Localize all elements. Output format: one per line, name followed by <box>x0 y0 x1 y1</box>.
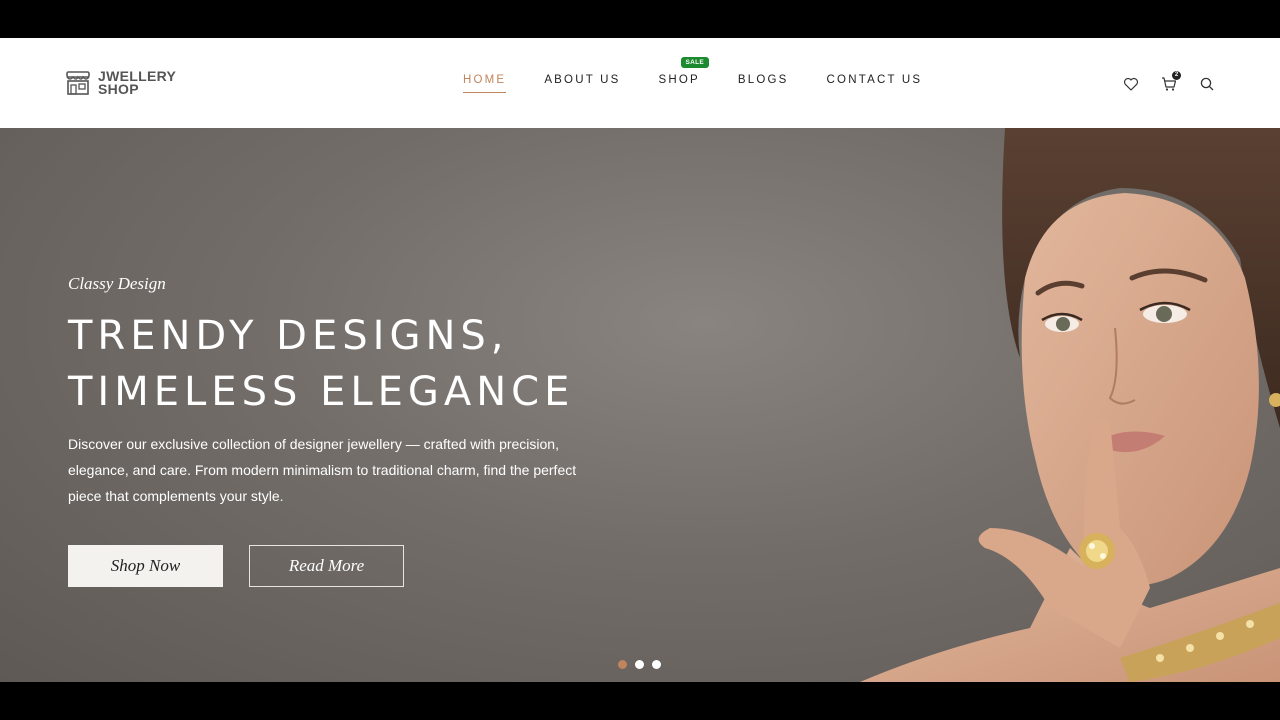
nav-blogs[interactable]: BLOGS <box>738 74 789 93</box>
hero-model-image <box>860 128 1280 682</box>
header-actions: 2 <box>1123 71 1215 92</box>
main-nav: HOME ABOUT US SHOP SALE BLOGS CONTACT US <box>463 57 923 93</box>
search-icon[interactable] <box>1199 76 1215 92</box>
browser-viewport: JWELLERY SHOP HOME ABOUT US SHOP SALE BL… <box>0 0 1280 720</box>
hero-headline-line2: TIMELESS ELEGANCE <box>68 369 575 415</box>
hero-headline: TRENDY DESIGNS, TIMELESS ELEGANCE <box>68 308 574 420</box>
logo-text: JWELLERY SHOP <box>98 69 176 97</box>
shop-logo-icon <box>66 71 90 95</box>
hero-headline-line1: TRENDY DESIGNS, <box>68 313 509 359</box>
site-header: JWELLERY SHOP HOME ABOUT US SHOP SALE BL… <box>0 38 1280 128</box>
shop-now-button[interactable]: Shop Now <box>68 545 223 587</box>
hero-banner: Classy Design TRENDY DESIGNS, TIMELESS E… <box>0 128 1280 682</box>
nav-shop-label: SHOP <box>658 74 700 86</box>
nav-home[interactable]: HOME <box>463 74 507 93</box>
logo[interactable]: JWELLERY SHOP <box>64 68 176 98</box>
slider-pagination <box>618 660 661 669</box>
hero-eyebrow: Classy Design <box>68 274 166 293</box>
cart-icon[interactable]: 2 <box>1161 71 1181 92</box>
read-more-button[interactable]: Read More <box>249 545 404 587</box>
nav-shop[interactable]: SHOP SALE <box>658 57 710 93</box>
cart-count-badge: 2 <box>1172 71 1181 80</box>
slide-dot-2[interactable] <box>635 660 644 669</box>
hero-description: Discover our exclusive collection of des… <box>68 436 577 504</box>
sale-badge: SALE <box>680 57 710 68</box>
heart-icon[interactable] <box>1123 76 1139 92</box>
slide-dot-3[interactable] <box>652 660 661 669</box>
slide-dot-1[interactable] <box>618 660 627 669</box>
nav-about-us[interactable]: ABOUT US <box>544 74 620 93</box>
nav-contact-us[interactable]: CONTACT US <box>827 74 923 93</box>
logo-line2: SHOP <box>98 81 139 97</box>
